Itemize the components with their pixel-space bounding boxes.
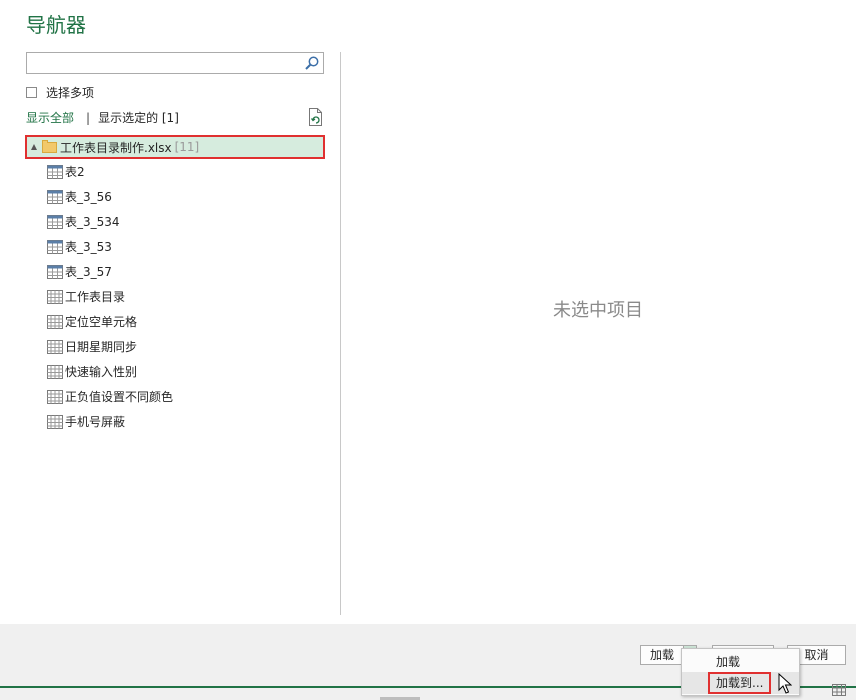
show-all-link[interactable]: 显示全部 (26, 109, 74, 126)
menu-item-load-to-label: 加载到... (708, 672, 772, 694)
tree-item-label: 正负值设置不同颜色 (65, 390, 174, 404)
tree-item-table[interactable]: 表_3_534 (25, 209, 325, 234)
tree-item-table[interactable]: 表_3_57 (25, 259, 325, 284)
no-selection-message: 未选中项目 (553, 300, 643, 321)
grid-view-icon[interactable] (832, 684, 846, 696)
load-button[interactable]: 加载 (640, 645, 684, 665)
filter-links: 显示全部 | 显示选定的 [1] (26, 109, 179, 126)
table-icon (47, 264, 63, 279)
tree-item-label: 定位空单元格 (65, 315, 138, 329)
table-icon (47, 164, 63, 179)
worksheet-icon (47, 414, 63, 429)
tree-item-label: 表2 (65, 165, 85, 179)
table-icon (47, 239, 63, 254)
tree-item-label: 表_3_56 (65, 190, 112, 204)
worksheet-icon (47, 364, 63, 379)
tree-root-workbook[interactable]: 工作表目录制作.xlsx [11] (25, 135, 325, 159)
tree-item-label: 表_3_534 (65, 215, 120, 229)
select-multiple-label: 选择多项 (46, 85, 95, 100)
menu-item-load[interactable]: 加载 (682, 651, 799, 673)
navigator-tree: 工作表目录制作.xlsx [11] 表2 表_3_56 表_3_534 表_3_… (25, 135, 325, 434)
tree-item-label: 快速输入性别 (65, 365, 138, 379)
tree-item-sheet[interactable]: 定位空单元格 (25, 309, 325, 334)
select-multiple-option[interactable]: 选择多项 (26, 84, 94, 100)
select-multiple-checkbox[interactable] (26, 86, 37, 98)
workbook-name: 工作表目录制作.xlsx (60, 140, 172, 155)
worksheet-icon (47, 339, 63, 354)
tree-item-sheet[interactable]: 快速输入性别 (25, 359, 325, 384)
pane-divider[interactable] (340, 52, 341, 615)
search-input[interactable] (30, 54, 304, 74)
tree-item-label: 表_3_57 (65, 265, 112, 279)
tree-item-label: 表_3_53 (65, 240, 112, 254)
table-icon (47, 189, 63, 204)
refresh-icon[interactable] (308, 108, 324, 126)
worksheet-icon (47, 389, 63, 404)
tree-item-table[interactable]: 表2 (25, 159, 325, 184)
tree-item-table[interactable]: 表_3_53 (25, 234, 325, 259)
show-selected-link[interactable]: 显示选定的 [1] (98, 109, 179, 126)
separator: | (86, 110, 91, 125)
tree-item-sheet[interactable]: 日期星期同步 (25, 334, 325, 359)
tree-item-sheet[interactable]: 正负值设置不同颜色 (25, 384, 325, 409)
tree-item-sheet[interactable]: 工作表目录 (25, 284, 325, 309)
folder-icon (42, 139, 57, 153)
table-icon (47, 214, 63, 229)
search-box[interactable] (26, 52, 324, 74)
workbook-item-count: [11] (174, 140, 200, 154)
tree-item-table[interactable]: 表_3_56 (25, 184, 325, 209)
tree-item-label: 工作表目录 (65, 290, 126, 304)
worksheet-icon (47, 289, 63, 304)
navigator-title: 导航器 (26, 13, 86, 37)
tree-item-label: 日期星期同步 (65, 340, 138, 354)
mouse-cursor-icon (778, 673, 792, 694)
tree-item-sheet[interactable]: 手机号屏蔽 (25, 409, 325, 434)
tree-item-label: 手机号屏蔽 (65, 415, 126, 429)
worksheet-icon (47, 314, 63, 329)
collapse-triangle-icon[interactable] (31, 144, 37, 150)
search-icon[interactable] (304, 55, 320, 71)
